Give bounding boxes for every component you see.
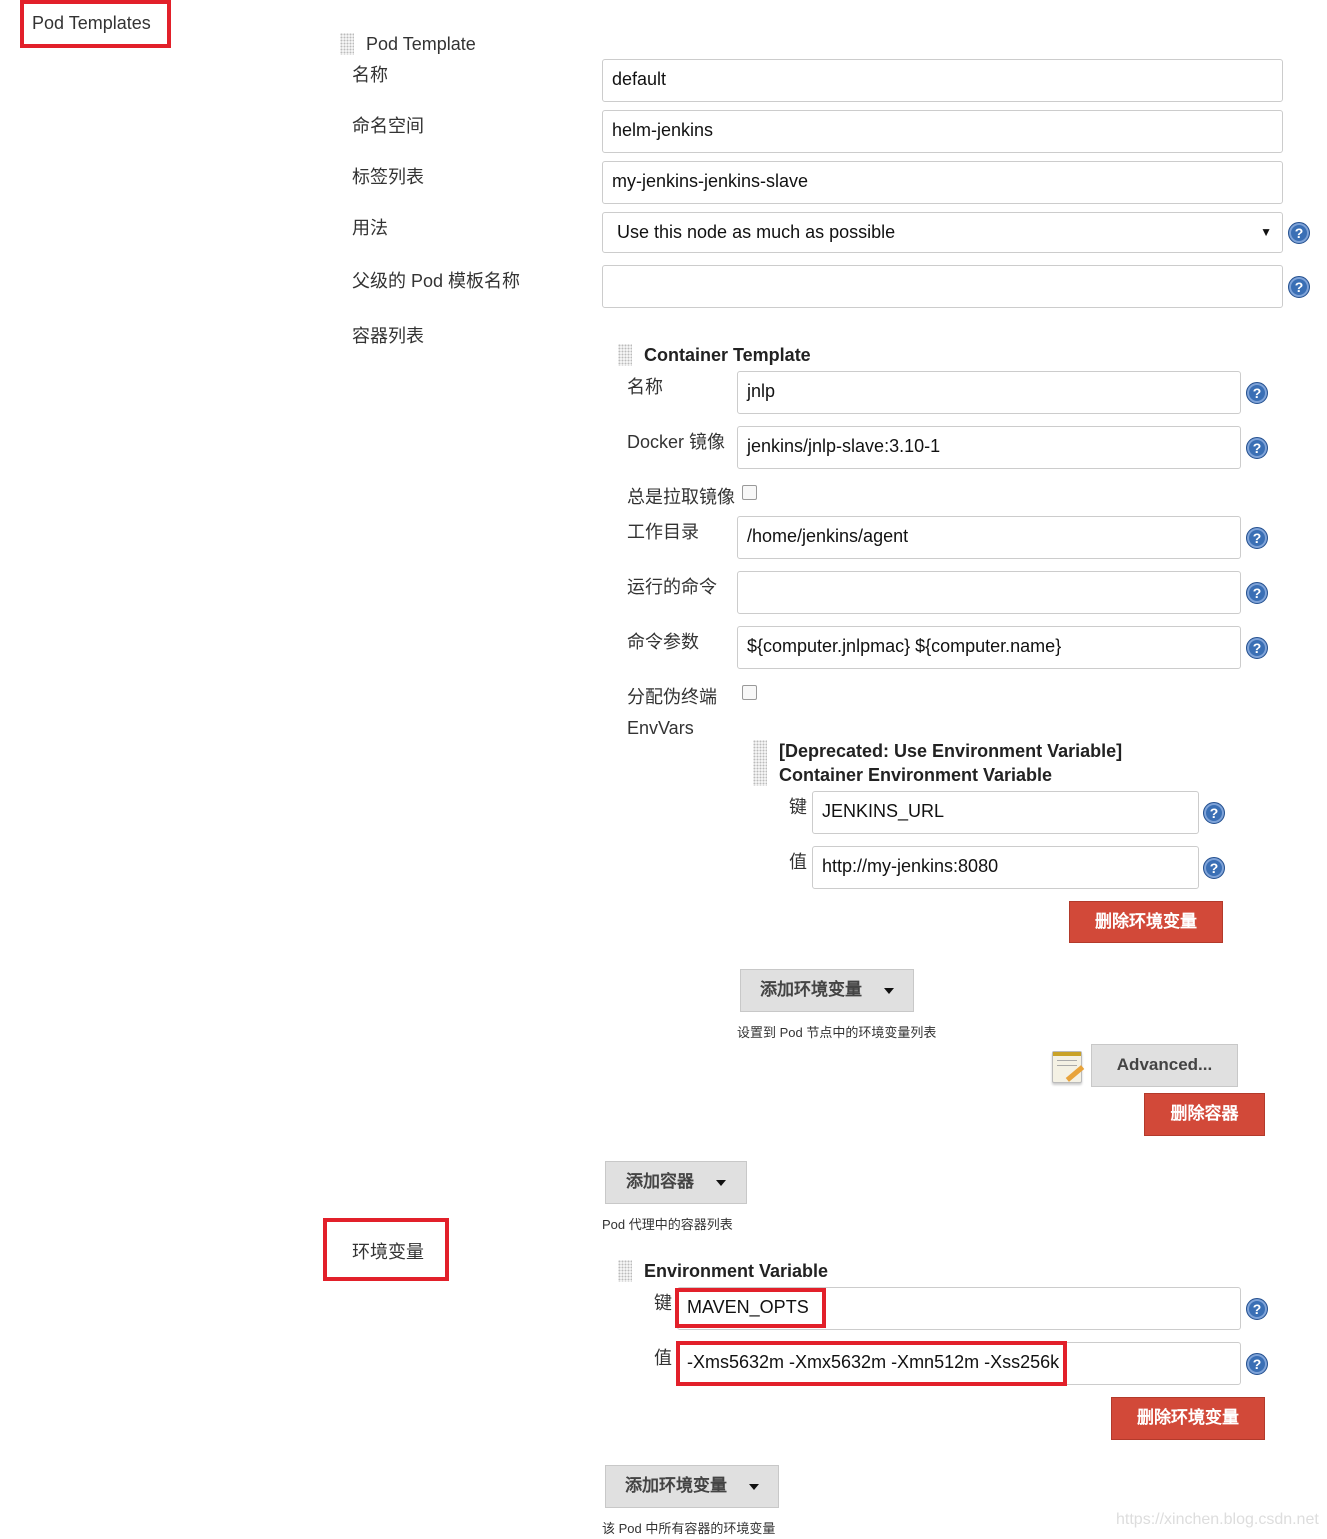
help-icon[interactable]: ? (1246, 637, 1268, 659)
add-envvar-hint: 设置到 Pod 节点中的环境变量列表 (737, 1025, 937, 1040)
workdir-label: 工作目录 (627, 522, 699, 542)
delete-container-button[interactable]: 删除容器 (1144, 1093, 1265, 1136)
args-label: 命令参数 (627, 632, 699, 652)
add-container-hint: Pod 代理中的容器列表 (602, 1217, 733, 1232)
caret-down-icon (749, 1483, 759, 1490)
caret-down-icon (716, 1179, 726, 1186)
add-container-label: 添加容器 (626, 1172, 694, 1191)
tty-checkbox[interactable] (742, 685, 757, 700)
help-icon[interactable]: ? (1203, 857, 1225, 879)
deprecated-envvar-header: [Deprecated: Use Environment Variable] (779, 741, 1123, 761)
container-name-label: 名称 (627, 377, 663, 397)
envvar-value-label: 值 (789, 852, 807, 872)
delete-envvar-button[interactable]: 删除环境变量 (1069, 901, 1223, 943)
usage-label: 用法 (352, 218, 388, 238)
dropdown-arrow-icon: ▼ (1260, 225, 1272, 239)
envvar-key-input[interactable]: JENKINS_URL (812, 791, 1199, 834)
add-env-button[interactable]: 添加环境变量 (605, 1465, 779, 1508)
environment-variable-header: Environment Variable (644, 1261, 829, 1281)
help-icon[interactable]: ? (1203, 802, 1225, 824)
section-title: Pod Templates (32, 13, 151, 33)
envvar-value-input[interactable]: http://my-jenkins:8080 (812, 846, 1199, 889)
help-icon[interactable]: ? (1288, 276, 1310, 298)
envvar-key-label: 键 (789, 797, 807, 817)
add-envvar-label: 添加环境变量 (760, 980, 862, 999)
env-key-label: 键 (654, 1293, 672, 1313)
container-template-header: Container Template (644, 345, 811, 365)
docker-image-input[interactable]: jenkins/jnlp-slave:3.10-1 (737, 426, 1241, 469)
usage-select-value: Use this node as much as possible (617, 222, 896, 242)
env-section-label: 环境变量 (352, 1242, 424, 1262)
name-label: 名称 (352, 65, 388, 85)
drag-handle-icon[interactable] (618, 344, 632, 366)
caret-down-icon (884, 987, 894, 994)
highlight-box (676, 1341, 1067, 1386)
parent-template-label: 父级的 Pod 模板名称 (352, 271, 521, 291)
always-pull-checkbox[interactable] (742, 485, 757, 500)
watermark: https://xinchen.blog.csdn.net (1116, 1511, 1319, 1528)
add-envvar-button[interactable]: 添加环境变量 (740, 969, 914, 1012)
name-input[interactable]: default (602, 59, 1283, 102)
help-icon[interactable]: ? (1246, 1298, 1268, 1320)
help-icon[interactable]: ? (1246, 1353, 1268, 1375)
add-env-label: 添加环境变量 (625, 1476, 727, 1495)
labels-input[interactable]: my-jenkins-jenkins-slave (602, 161, 1283, 204)
labels-label: 标签列表 (352, 167, 424, 187)
always-pull-label: 总是拉取镜像 (627, 487, 735, 507)
help-icon[interactable]: ? (1246, 382, 1268, 404)
command-label: 运行的命令 (627, 577, 717, 597)
add-container-button[interactable]: 添加容器 (605, 1161, 747, 1204)
pod-template-header: Pod Template (366, 34, 476, 54)
help-icon[interactable]: ? (1288, 222, 1310, 244)
usage-select[interactable]: Use this node as much as possible ▼ (602, 212, 1283, 253)
command-input[interactable] (737, 571, 1241, 614)
drag-handle-icon[interactable] (618, 1260, 632, 1282)
help-icon[interactable]: ? (1246, 527, 1268, 549)
parent-template-input[interactable] (602, 265, 1283, 308)
help-icon[interactable]: ? (1246, 437, 1268, 459)
add-env-hint: 该 Pod 中所有容器的环境变量 (602, 1521, 776, 1536)
drag-handle-icon[interactable] (753, 740, 767, 786)
namespace-input[interactable]: helm-jenkins (602, 110, 1283, 153)
args-input[interactable]: ${computer.jnlpmac} ${computer.name} (737, 626, 1241, 669)
docker-image-label: Docker 镜像 (627, 432, 726, 452)
containers-label: 容器列表 (352, 326, 424, 346)
namespace-label: 命名空间 (352, 116, 424, 136)
env-value-label: 值 (654, 1348, 672, 1368)
help-icon[interactable]: ? (1246, 582, 1268, 604)
workdir-input[interactable]: /home/jenkins/agent (737, 516, 1241, 559)
tty-label: 分配伪终端 (627, 687, 717, 707)
container-envvar-header: Container Environment Variable (779, 765, 1053, 785)
drag-handle-icon[interactable] (340, 33, 354, 55)
advanced-button[interactable]: Advanced... (1091, 1044, 1238, 1087)
delete-env-button[interactable]: 删除环境变量 (1111, 1397, 1265, 1440)
envvars-label: EnvVars (627, 718, 694, 738)
highlight-box (675, 1288, 826, 1328)
container-name-input[interactable]: jnlp (737, 371, 1241, 414)
notepad-icon (1052, 1051, 1085, 1083)
